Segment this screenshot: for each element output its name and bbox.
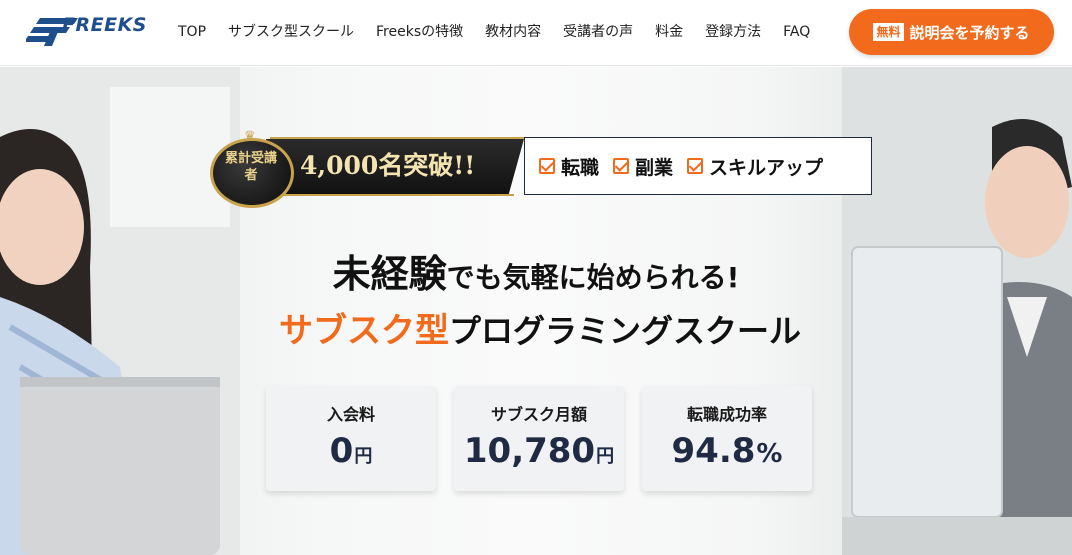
check-label: スキルアップ (709, 156, 824, 179)
headline-rest: でも気軽に始められる! (446, 261, 740, 294)
book-session-button[interactable]: 無料 説明会を予約する (849, 9, 1054, 55)
banner-border-bottom (270, 194, 514, 196)
check-label: 副業 (635, 156, 674, 179)
stat-card-monthly-fee: サブスク月額 10,780円 (454, 386, 624, 491)
check-label: 転職 (561, 156, 600, 179)
main-nav: TOP サブスク型スクール Freeksの特徴 教材内容 受講者の声 料金 登録… (178, 22, 832, 44)
medal-label: 累計受講者 (224, 151, 277, 183)
nav-registration[interactable]: 登録方法 (705, 22, 761, 44)
stat-unit: 円 (596, 446, 615, 467)
nav-pricing[interactable]: 料金 (655, 22, 683, 44)
nav-testimonials[interactable]: 受講者の声 (563, 22, 633, 44)
stat-card-enrollment-fee: 入会料 0円 (266, 386, 436, 491)
banner-border-top (270, 137, 524, 139)
hero-section: ♛ 累計受講者 4,000名突破!! 転職 副業 スキルアップ 未経験でも気軽に… (0, 67, 1072, 555)
nav-curriculum[interactable]: 教材内容 (485, 22, 541, 44)
check-item-career-change: 転職 (539, 153, 599, 180)
nav-subscription-school[interactable]: サブスク型スクール (228, 22, 354, 44)
nav-features[interactable]: Freeksの特徴 (376, 22, 463, 44)
free-tag: 無料 (873, 23, 904, 41)
nav-top[interactable]: TOP (178, 22, 206, 44)
checkbox-icon (613, 158, 630, 174)
stat-value: 0 (329, 431, 354, 471)
check-item-side-job: 副業 (613, 153, 673, 180)
headline-secondary: サブスク型プログラミングスクール (0, 303, 1072, 352)
stat-unit: % (756, 439, 783, 469)
checkbox-icon (539, 158, 555, 174)
benefit-checklist: 転職 副業 スキルアップ (524, 137, 872, 195)
stat-value: 10,780 (463, 431, 596, 471)
headline-rest: プログラミングスクール (448, 312, 801, 350)
headline-accent: サブスク型 (278, 311, 449, 351)
check-item-skill-up: スキルアップ (687, 153, 823, 180)
headline-emphasis: 未経験 (332, 252, 447, 296)
headline-primary: 未経験でも気軽に始められる! (0, 243, 1072, 298)
stat-title: 転職成功率 (686, 405, 767, 424)
stat-title: 入会料 (326, 405, 375, 424)
book-session-label: 説明会を予約する (909, 23, 1030, 42)
nav-faq[interactable]: FAQ (783, 22, 810, 44)
stat-title: サブスク月額 (490, 405, 587, 424)
site-header: FREEKS TOP サブスク型スクール Freeksの特徴 教材内容 受講者の… (0, 0, 1072, 66)
crown-icon: ♛ (244, 129, 256, 144)
logo-text: FREEKS (62, 14, 147, 36)
stat-card-success-rate: 転職成功率 94.8% (642, 386, 812, 491)
student-count: 4,000名突破!! (300, 151, 476, 180)
stat-value: 94.8 (671, 431, 756, 471)
stat-unit: 円 (354, 446, 373, 467)
checkbox-icon (687, 158, 704, 174)
